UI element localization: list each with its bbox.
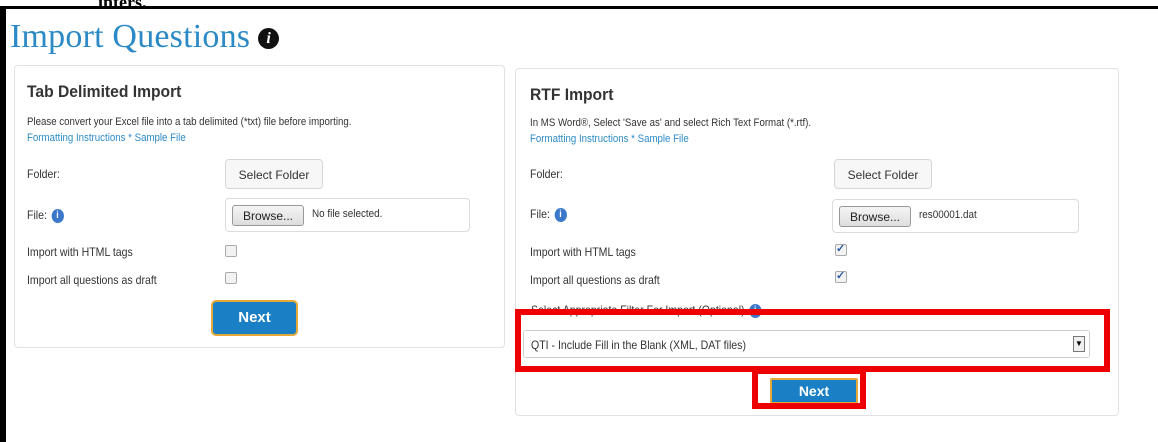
panel-title: RTF Import (530, 85, 614, 104)
chevron-down-icon[interactable]: ▼ (1073, 336, 1085, 352)
filter-label-text: Select Appropriate Filter For Import (Op… (531, 303, 745, 317)
info-icon[interactable]: i (258, 28, 280, 49)
html-tags-label: Import with HTML tags (530, 245, 636, 259)
filter-select-value: QTI - Include Fill in the Blank (XML, DA… (531, 338, 746, 352)
browse-button[interactable]: Browse... (839, 206, 911, 227)
file-input[interactable]: Browse... res00001.dat (832, 199, 1079, 233)
draft-label: Import all questions as draft (530, 273, 660, 287)
info-icon[interactable]: i (554, 208, 567, 222)
draft-checkbox[interactable] (835, 269, 847, 283)
file-label-text: File: (27, 208, 47, 222)
file-label: File: i (530, 207, 567, 222)
next-button-tab-import[interactable]: Next (211, 300, 298, 336)
html-tags-label: Import with HTML tags (27, 245, 133, 259)
file-name-value: No file selected. (312, 208, 383, 220)
file-label-text: File: (530, 207, 550, 221)
help-links: Formatting Instructions * Sample File (530, 133, 689, 145)
select-folder-button[interactable]: Select Folder (834, 159, 932, 189)
help-links: Formatting Instructions * Sample File (27, 132, 186, 144)
link-separator: * (125, 132, 135, 144)
next-button-rtf-import[interactable]: Next (770, 378, 858, 404)
browse-button[interactable]: Browse... (232, 205, 304, 226)
panel-description: In MS Word®, Select 'Save as' and select… (530, 117, 812, 129)
rtf-import-panel: RTF Import In MS Word®, Select 'Save as'… (515, 68, 1119, 416)
page-title: Import Questions i (10, 18, 280, 56)
file-label: File: i (27, 208, 64, 223)
html-tags-checkbox[interactable] (835, 242, 847, 256)
file-name-value: res00001.dat (919, 209, 977, 221)
folder-label: Folder: (27, 167, 60, 181)
select-folder-button[interactable]: Select Folder (225, 159, 323, 189)
page-title-text: Import Questions (10, 18, 251, 55)
info-icon[interactable]: i (51, 209, 64, 223)
draft-checkbox[interactable] (225, 272, 237, 284)
html-tags-checkbox[interactable] (225, 245, 237, 257)
panel-title: Tab Delimited Import (27, 82, 182, 101)
info-icon[interactable]: i (749, 304, 762, 318)
panel-description: Please convert your Excel file into a ta… (27, 116, 352, 128)
folder-label: Folder: (530, 167, 563, 181)
link-separator: * (628, 133, 638, 145)
sample-file-link[interactable]: Sample File (135, 132, 186, 144)
formatting-instructions-link[interactable]: Formatting Instructions (27, 132, 125, 144)
draft-label: Import all questions as draft (27, 273, 157, 287)
file-input[interactable]: Browse... No file selected. (225, 198, 470, 232)
formatting-instructions-link[interactable]: Formatting Instructions (530, 133, 628, 145)
sample-file-link[interactable]: Sample File (638, 133, 689, 145)
filter-select[interactable]: QTI - Include Fill in the Blank (XML, DA… (523, 330, 1090, 358)
filter-label: Select Appropriate Filter For Import (Op… (531, 303, 762, 318)
